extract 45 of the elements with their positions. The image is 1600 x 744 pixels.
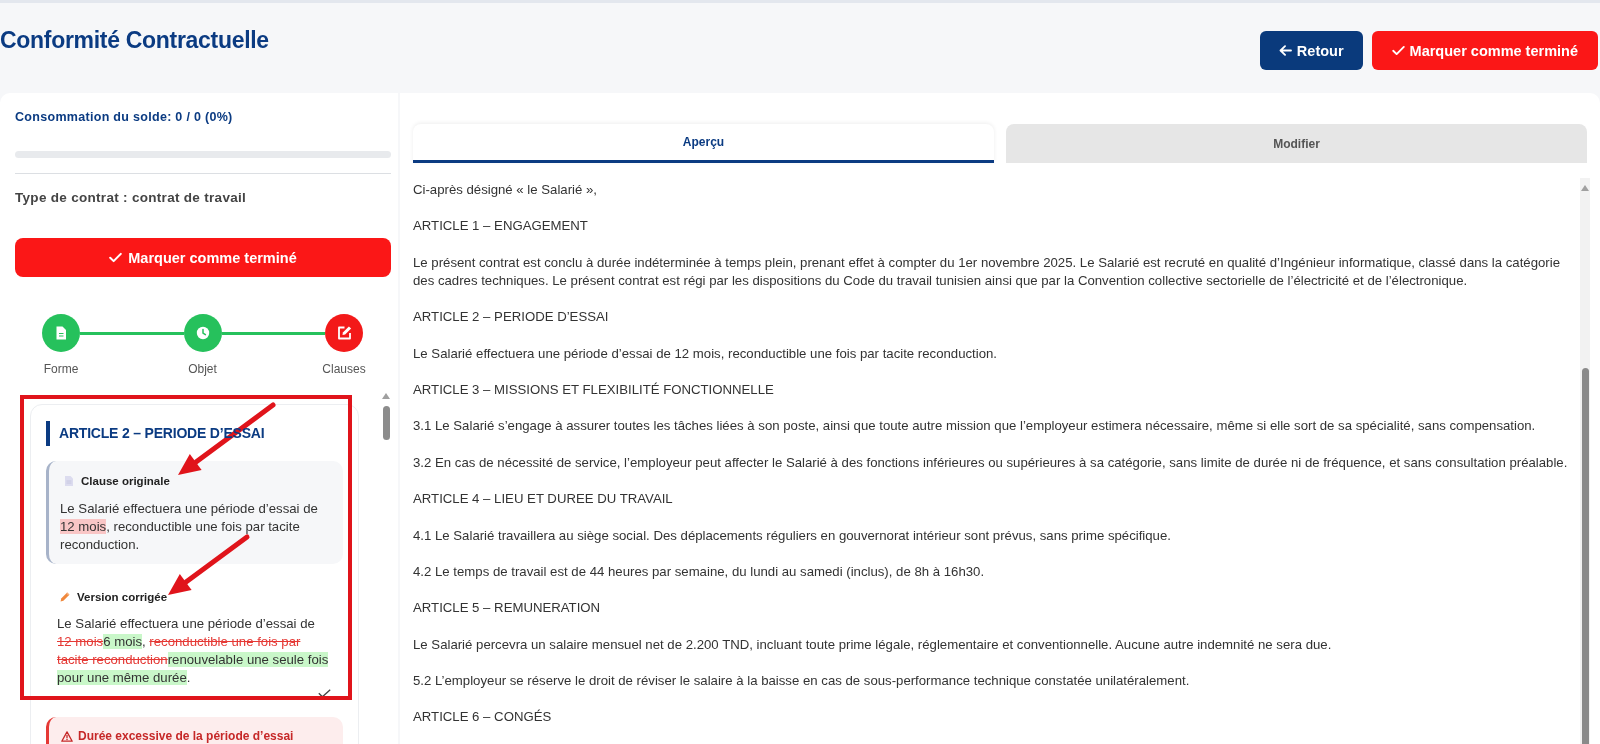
scrollbar-thumb[interactable]: [1581, 368, 1589, 744]
complete-button[interactable]: Marquer comme terminé: [1371, 31, 1598, 70]
document-paragraph: 4.1 Le Salarié travaillera au siège social. Des déplacements réguliers en gouvernorat intérieur sont prévus, sans prime spécifique.: [413, 526, 1171, 545]
corrected-clause-text: Le Salarié effectuera une période d’essai de 12 mois6 mois, reconductible une fois par tacite reconductionrenouvelable une seule fois pour une même durée.: [57, 615, 330, 687]
document-paragraph: ARTICLE 3 – MISSIONS ET FLEXIBILITÉ FONCTIONNELLE: [413, 380, 774, 399]
section-heading: Version corrigée: [77, 590, 168, 605]
document-paragraph: Ci-après désigné « le Salarié »,: [413, 181, 597, 199]
document-icon: [65, 476, 73, 486]
check-icon: [1391, 45, 1405, 56]
step-label: Objet: [188, 361, 217, 377]
tab[interactable]: Modifier: [1006, 124, 1587, 163]
step-label: Forme: [43, 361, 79, 377]
complete-button[interactable]: Marquer comme terminé: [15, 238, 391, 277]
document-paragraph: ARTICLE 5 – REMUNERATION: [413, 599, 601, 618]
issue-title: Durée excessive de la période d’essai: [78, 729, 294, 744]
document-paragraph: 3.2 En cas de nécessité de service, l’employeur peut affecter le Salarié à des fonctions inférieures ou supérieures à sa catégorie, sans limite de durée ni de fréquence, et sans consultation préalable.: [413, 453, 1568, 472]
warning-icon: [61, 731, 73, 742]
scrollbar-thumb[interactable]: [382, 406, 390, 440]
back-button[interactable]: Retour: [1259, 31, 1363, 70]
document-paragraph: 4.2 Le temps de travail est de 44 heures par semaine, du lundi au samedi (inclus), de 8h à 16h30.: [413, 562, 985, 581]
tab[interactable]: Aperçu: [413, 124, 994, 163]
original-clause-text: Le Salarié effectuera une période d’essai de 12 mois, reconductible une fois par tacite reconduction.: [60, 500, 319, 554]
scroll-up-arrow-icon[interactable]: [1581, 185, 1589, 191]
document-paragraph: 3.1 Le Salarié s’engage à assurer toutes les tâches liées à son poste, ainsi que toute autre mission que l’employeur estimera nécessaire, même si elle sort de sa spécialité, sans compensation.: [413, 417, 1536, 436]
document-paragraph: Le Salarié effectuera une période d’essai de 12 mois, reconductible une fois par tacite reconduction.: [413, 344, 998, 363]
check-icon: [109, 252, 123, 263]
contract-type-label: Type de contrat : contrat de travail: [15, 189, 247, 207]
document-paragraph: Le Salarié percevra un salaire mensuel net de 2.200 TND, incluant toute prime légale, réglementaire et conventionnelle. Aucune autre indemnité ne sera due.: [413, 635, 1332, 654]
document-paragraph: ARTICLE 2 – PERIODE D’ESSAI: [413, 308, 609, 327]
arrow-left-icon: [1278, 45, 1292, 56]
clock-icon[interactable]: [183, 314, 222, 352]
scrollbar[interactable]: [1580, 178, 1590, 744]
document-paragraph: Le présent contrat est conclu à durée indéterminée à temps plein, prenant effet à compter du 1er novembre 2025. Le Salarié est recruté en qualité d’Ingénieur informatique, classé dans la catégorie des cadres techniques. Le présent contrat est régi par les dispositions du Code du travail tunisien ainsi que par la Convention collective sectorielle de l’électricité et de l’électronique.: [413, 253, 1562, 290]
document-paragraph: ARTICLE 1 – ENGAGEMENT: [413, 217, 588, 236]
balance-label: Consommation du solde: 0 / 0 (0%): [15, 109, 233, 125]
pencil-icon: [60, 592, 70, 602]
document-paragraph: ARTICLE 6 – CONGÉS: [413, 708, 552, 727]
document-paragraph: 5.2 L’employeur se réserve le droit de réviser le salaire à la baisse en cas de sous-performance technique constatée unilatéralement.: [413, 672, 1190, 691]
section-heading: Clause originale: [81, 474, 170, 489]
document-icon[interactable]: [42, 314, 80, 352]
page-title: Conformité Contractuelle: [0, 27, 269, 53]
document-paragraph: ARTICLE 4 – LIEU ET DUREE DU TRAVAIL: [413, 490, 673, 509]
edit-icon[interactable]: [325, 314, 363, 352]
scroll-up-arrow-icon[interactable]: [382, 393, 390, 399]
step-label: Clauses: [322, 361, 366, 377]
